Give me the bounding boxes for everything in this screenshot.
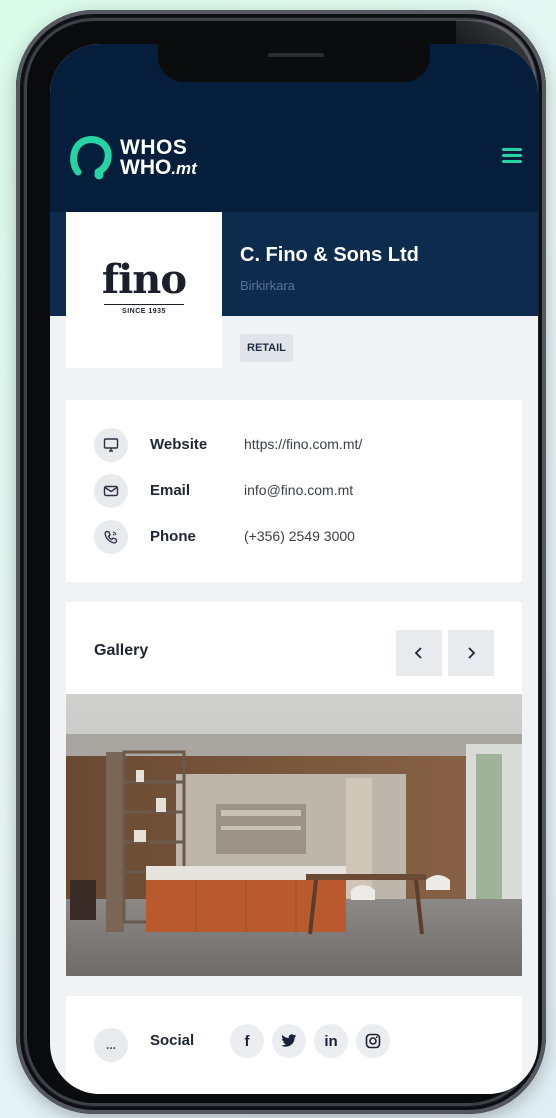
contact-row-email: Email info@fino.com.mt xyxy=(94,474,353,508)
menu-line xyxy=(502,148,522,151)
website-label: Website xyxy=(150,436,208,453)
phone-icon xyxy=(94,520,128,554)
chevron-left-icon xyxy=(414,647,422,659)
more-icon: ... xyxy=(94,1028,128,1062)
whoswho-logo[interactable]: WHOS WHO.mt xyxy=(68,134,197,182)
category-tag[interactable]: RETAIL xyxy=(240,334,293,362)
gallery-prev-button[interactable] xyxy=(396,630,442,676)
fino-logo-rule xyxy=(104,304,184,305)
company-logo: fino SINCE 1935 xyxy=(66,212,222,368)
email-label: Email xyxy=(150,482,191,499)
gallery-image[interactable] xyxy=(66,694,522,976)
contact-card: Website https://fino.com.mt/ Email info@… xyxy=(66,400,522,582)
email-link[interactable]: info@fino.com.mt xyxy=(244,482,353,498)
social-label: Social xyxy=(150,1032,195,1049)
notch-speaker xyxy=(268,53,324,57)
menu-line xyxy=(502,154,522,157)
logo-line1: WHOS xyxy=(120,135,188,159)
phone-notch xyxy=(158,44,430,82)
instagram-icon[interactable] xyxy=(356,1024,390,1058)
logo-who: WHO xyxy=(120,155,172,179)
monitor-icon xyxy=(94,428,128,462)
whoswho-logo-icon xyxy=(70,136,112,180)
gallery-card: Gallery xyxy=(66,602,522,976)
linkedin-icon[interactable]: in xyxy=(314,1024,348,1058)
twitter-icon[interactable] xyxy=(272,1024,306,1058)
menu-line xyxy=(502,160,522,163)
gallery-title: Gallery xyxy=(94,642,149,659)
phone-link[interactable]: (+356) 2549 3000 xyxy=(244,528,355,544)
logo-mt: .mt xyxy=(171,158,197,178)
social-card: ... Social f in xyxy=(66,996,522,1094)
envelope-icon xyxy=(94,474,128,508)
facebook-icon[interactable]: f xyxy=(230,1024,264,1058)
logo-wordmark: WHOS WHO.mt xyxy=(120,135,197,179)
fino-logo-since: SINCE 1935 xyxy=(122,308,166,315)
logo-line2: WHO.mt xyxy=(120,155,197,179)
website-link[interactable]: https://fino.com.mt/ xyxy=(244,436,362,452)
chevron-right-icon xyxy=(468,647,476,659)
hamburger-menu-icon[interactable] xyxy=(502,148,522,164)
contact-row-phone: Phone (+356) 2549 3000 xyxy=(94,520,355,554)
phone-screen: WHOS WHO.mt fino SINCE 1935 C. Fino & So… xyxy=(50,44,538,1094)
company-name: C. Fino & Sons Ltd xyxy=(240,244,419,266)
contact-row-website: Website https://fino.com.mt/ xyxy=(94,428,362,462)
phone-label: Phone xyxy=(150,528,196,545)
gallery-next-button[interactable] xyxy=(448,630,494,676)
fino-logo-word: fino xyxy=(101,256,187,303)
company-city: Birkirkara xyxy=(240,278,295,293)
